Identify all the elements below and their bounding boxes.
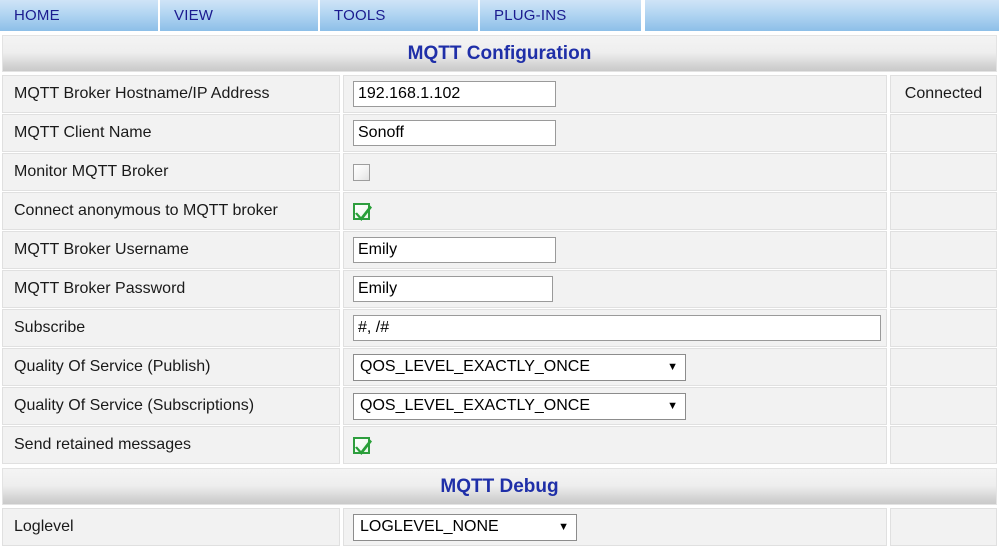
nav-tab-view-label: VIEW (174, 7, 214, 24)
value-cell-broker-host (343, 75, 887, 113)
label-broker-host: MQTT Broker Hostname/IP Address (2, 75, 340, 113)
value-cell-broker-password (343, 270, 887, 308)
table-row-qos-subscriptions: Quality Of Service (Subscriptions) QOS_L… (2, 387, 997, 425)
chevron-down-icon: ▼ (558, 520, 569, 533)
value-cell-subscribe (343, 309, 887, 347)
table-row-send-retained: Send retained messages (2, 426, 997, 464)
status-monitor-broker (890, 153, 997, 191)
section-title-mqtt-debug: MQTT Debug (440, 475, 559, 497)
label-broker-password: MQTT Broker Password (2, 270, 340, 308)
section-title-mqtt-configuration: MQTT Configuration (407, 42, 592, 64)
value-cell-loglevel: LOGLEVEL_NONE ▼ (343, 508, 887, 546)
table-row-subscribe: Subscribe (2, 309, 997, 347)
value-cell-qos-subscriptions: QOS_LEVEL_EXACTLY_ONCE ▼ (343, 387, 887, 425)
chevron-down-icon: ▼ (667, 360, 678, 373)
status-loglevel (890, 508, 997, 546)
nav-tab-tools-label: TOOLS (334, 7, 386, 24)
table-row-qos-publish: Quality Of Service (Publish) QOS_LEVEL_E… (2, 348, 997, 386)
loglevel-selected-value: LOGLEVEL_NONE (360, 518, 499, 535)
qos-subscriptions-selected-value: QOS_LEVEL_EXACTLY_ONCE (360, 397, 591, 414)
nav-tab-plugins[interactable]: PLUG-INS (480, 0, 643, 31)
section-header-mqtt-configuration: MQTT Configuration (2, 35, 997, 72)
qos-publish-selected-value: QOS_LEVEL_EXACTLY_ONCE (360, 358, 591, 375)
check-icon (355, 439, 372, 455)
value-cell-broker-username (343, 231, 887, 269)
nav-tab-view[interactable]: VIEW (160, 0, 320, 31)
label-client-name: MQTT Client Name (2, 114, 340, 152)
label-subscribe: Subscribe (2, 309, 340, 347)
broker-password-input[interactable] (353, 276, 553, 302)
table-row-loglevel: Loglevel LOGLEVEL_NONE ▼ (2, 508, 997, 546)
settings-page: MQTT Configuration MQTT Broker Hostname/… (0, 35, 999, 546)
status-broker-username (890, 231, 997, 269)
send-retained-checkbox[interactable] (353, 436, 372, 455)
value-cell-connect-anonymous (343, 192, 887, 230)
table-row-broker-password: MQTT Broker Password (2, 270, 997, 308)
chevron-down-icon: ▼ (667, 399, 678, 412)
status-qos-subscriptions (890, 387, 997, 425)
label-qos-subscriptions: Quality Of Service (Subscriptions) (2, 387, 340, 425)
status-qos-publish (890, 348, 997, 386)
status-connect-anonymous (890, 192, 997, 230)
label-connect-anonymous: Connect anonymous to MQTT broker (2, 192, 340, 230)
table-row-broker-host: MQTT Broker Hostname/IP Address Connecte… (2, 75, 997, 113)
label-broker-username: MQTT Broker Username (2, 231, 340, 269)
label-loglevel: Loglevel (2, 508, 340, 546)
value-cell-qos-publish: QOS_LEVEL_EXACTLY_ONCE ▼ (343, 348, 887, 386)
table-row-broker-username: MQTT Broker Username (2, 231, 997, 269)
label-qos-publish: Quality Of Service (Publish) (2, 348, 340, 386)
broker-host-input[interactable] (353, 81, 556, 107)
table-row-client-name: MQTT Client Name (2, 114, 997, 152)
monitor-broker-checkbox[interactable] (353, 163, 370, 181)
qos-publish-select[interactable]: QOS_LEVEL_EXACTLY_ONCE ▼ (353, 353, 686, 381)
nav-tab-tools[interactable]: TOOLS (320, 0, 480, 31)
main-navigation-bar: HOME VIEW TOOLS PLUG-INS (0, 0, 999, 31)
status-send-retained (890, 426, 997, 464)
qos-subscriptions-select[interactable]: QOS_LEVEL_EXACTLY_ONCE ▼ (353, 392, 686, 420)
broker-username-input[interactable] (353, 237, 556, 263)
table-row-connect-anonymous: Connect anonymous to MQTT broker (2, 192, 997, 230)
loglevel-select[interactable]: LOGLEVEL_NONE ▼ (353, 513, 577, 541)
status-subscribe (890, 309, 997, 347)
value-cell-client-name (343, 114, 887, 152)
status-broker-host: Connected (890, 75, 997, 113)
client-name-input[interactable] (353, 120, 556, 146)
check-icon (355, 205, 372, 221)
section-header-mqtt-debug: MQTT Debug (2, 468, 997, 505)
value-cell-monitor-broker (343, 153, 887, 191)
status-broker-password (890, 270, 997, 308)
connect-anonymous-checkbox[interactable] (353, 202, 372, 221)
label-send-retained: Send retained messages (2, 426, 340, 464)
table-row-monitor-broker: Monitor MQTT Broker (2, 153, 997, 191)
subscribe-input[interactable] (353, 315, 881, 341)
nav-tab-home-label: HOME (14, 7, 60, 24)
value-cell-send-retained (343, 426, 887, 464)
nav-empty-space (643, 0, 999, 31)
label-monitor-broker: Monitor MQTT Broker (2, 153, 340, 191)
nav-tab-plugins-label: PLUG-INS (494, 7, 567, 24)
status-client-name (890, 114, 997, 152)
nav-tab-home[interactable]: HOME (0, 0, 160, 31)
